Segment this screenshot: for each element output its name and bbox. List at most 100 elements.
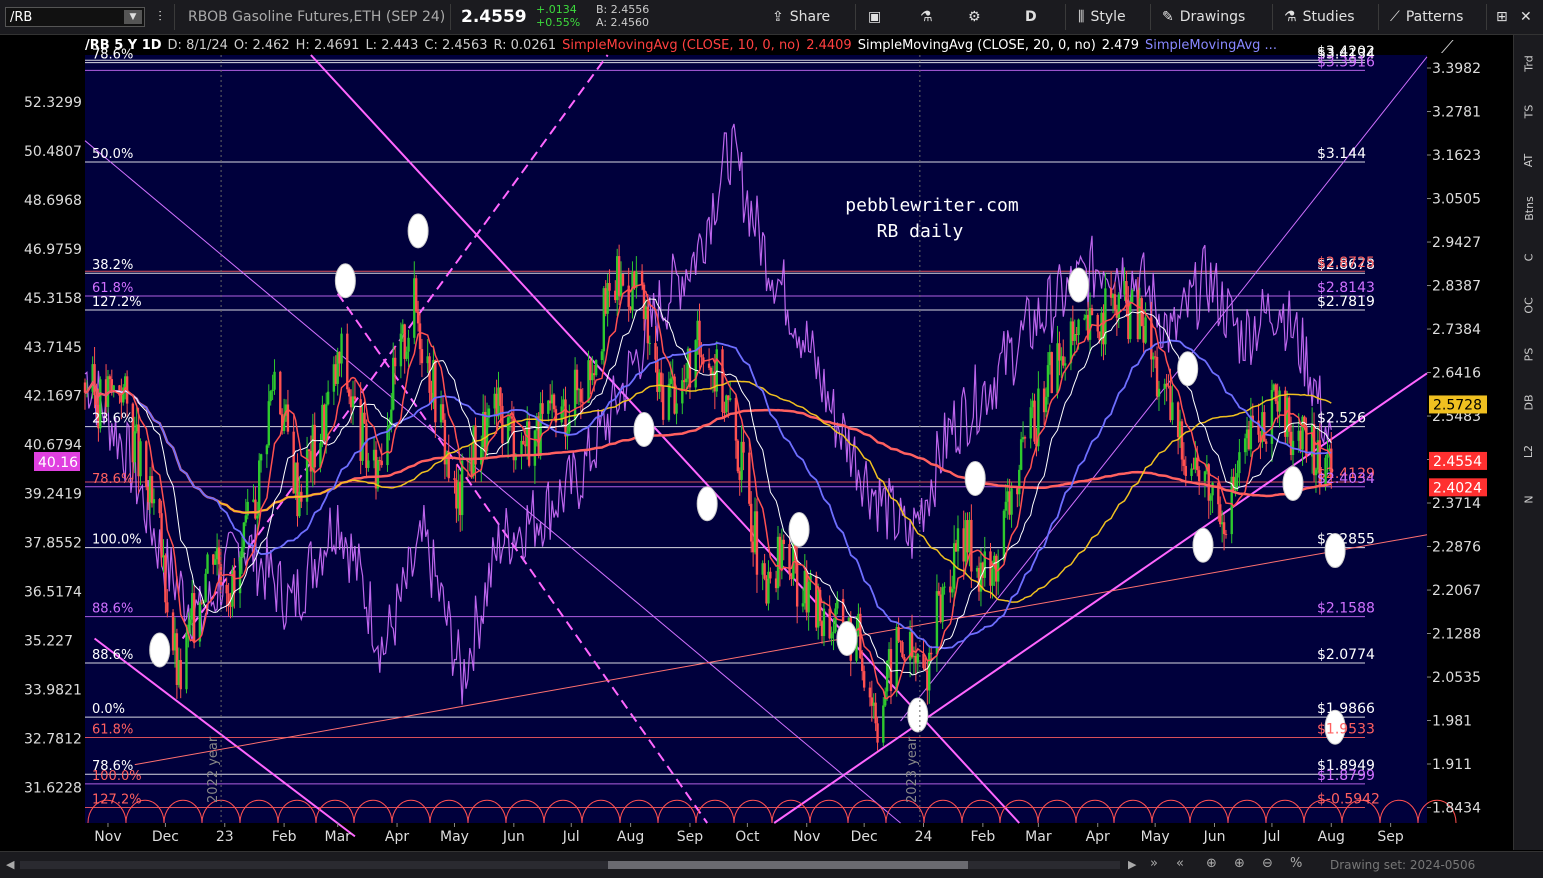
zoom-out-icon[interactable]: ⊖ xyxy=(1262,856,1273,871)
candle-body xyxy=(600,351,604,361)
panel-tab-btns[interactable]: Btns xyxy=(1514,189,1543,229)
link-icon[interactable]: ⫶ xyxy=(150,0,170,34)
candle-body xyxy=(204,573,207,602)
candle-body xyxy=(279,371,282,415)
candle-body xyxy=(1211,482,1214,496)
candle-body xyxy=(258,460,261,516)
period-selector[interactable]: D xyxy=(1025,0,1037,34)
fib-label: 61.8% xyxy=(92,723,133,738)
left-tick-label: 45.3158 xyxy=(24,291,82,307)
candle-body xyxy=(707,363,711,368)
candle-body xyxy=(347,389,351,397)
panel-tab-label: Btns xyxy=(1522,196,1536,221)
x-tick-label: Feb xyxy=(970,829,995,845)
candle-body xyxy=(1165,383,1168,386)
panel-tab-db[interactable]: DB xyxy=(1514,383,1543,423)
style-button[interactable]: ⫼ Style xyxy=(1078,0,1126,34)
panel-tab-n[interactable]: N xyxy=(1514,480,1543,520)
scrollbar-thumb[interactable] xyxy=(608,861,968,869)
page-forward-icon[interactable]: » xyxy=(1150,856,1158,871)
highlight-ellipse xyxy=(1192,527,1214,563)
x-tick-label: Jul xyxy=(562,829,580,845)
candle-body xyxy=(405,351,408,359)
candle-body xyxy=(1263,412,1266,442)
fib-label: 78.6% xyxy=(92,48,133,63)
candle-body xyxy=(139,441,142,477)
candle-body xyxy=(780,539,784,570)
level-label: $1.9533 xyxy=(1317,722,1375,738)
candle-body xyxy=(326,391,330,405)
auto-scale-icon[interactable]: ⟋ xyxy=(1441,37,1454,58)
candle-body xyxy=(830,633,833,639)
studies-button[interactable]: ⚗ Studies xyxy=(1284,0,1355,34)
drawings-button[interactable]: ✎ Drawings xyxy=(1162,0,1245,34)
x-tick-label: May xyxy=(1141,829,1170,845)
snapshot-button[interactable]: ▣ xyxy=(868,0,881,34)
plot-area xyxy=(85,55,1427,823)
scroll-right-icon[interactable]: ▶ xyxy=(1128,858,1136,871)
y-tick-label: 2.3714 xyxy=(1432,496,1481,512)
panel-tab-l2[interactable]: L2 xyxy=(1514,431,1543,471)
left-tick-label: 36.5174 xyxy=(24,585,82,601)
time-scrollbar[interactable] xyxy=(20,861,1120,869)
candle-body xyxy=(269,391,272,402)
highlight-ellipse xyxy=(1068,267,1090,303)
candle-body xyxy=(541,403,544,414)
scroll-left-icon[interactable]: ◀ xyxy=(6,858,14,871)
fib-label: 78.6% xyxy=(92,472,133,487)
percent-icon[interactable]: % xyxy=(1290,856,1302,871)
fib-label: 50.0% xyxy=(92,147,133,162)
chevron-down-icon[interactable]: ▼ xyxy=(124,10,142,24)
panel-tab-at[interactable]: AT xyxy=(1514,140,1543,180)
share-button[interactable]: ⇪ Share xyxy=(772,0,830,34)
page-back-icon[interactable]: « xyxy=(1176,856,1184,871)
candle-body xyxy=(213,559,217,565)
panel-tab-ts[interactable]: TS xyxy=(1514,92,1543,132)
panel-tab-c[interactable]: C xyxy=(1514,237,1543,277)
candle-body xyxy=(346,333,349,390)
candle-body xyxy=(1303,416,1306,428)
gear-icon: ⚙ xyxy=(968,9,981,25)
panel-tab-oc[interactable]: OC xyxy=(1514,286,1543,326)
panel-tab-trd[interactable]: Trd xyxy=(1514,43,1543,83)
y-tick-label: 3.3982 xyxy=(1432,61,1481,77)
candle-body xyxy=(353,396,357,400)
price-tag-label: 2.4024 xyxy=(1433,480,1482,496)
patterns-button[interactable]: ⟋ Patterns xyxy=(1390,0,1463,34)
y-tick-label: 2.1288 xyxy=(1432,627,1481,643)
fib-label: 127.2% xyxy=(92,295,142,310)
zoom-in-icon[interactable]: ⊕ xyxy=(1234,856,1245,871)
level-label: $2.8725 xyxy=(1317,255,1375,271)
flask-button[interactable]: ⚗ xyxy=(920,0,933,34)
y-tick-label: 2.8387 xyxy=(1432,279,1481,295)
panel-tab-label: N xyxy=(1522,495,1536,504)
candle-body xyxy=(145,441,148,487)
settings-button[interactable]: ⚙ xyxy=(968,0,981,34)
x-tick-label: Sep xyxy=(677,829,704,845)
crosshair-icon[interactable]: ⊕ xyxy=(1206,856,1217,871)
price-chart[interactable]: $3.4202$3.4134$3.3916$3.144$2.8678$2.872… xyxy=(0,35,1513,850)
x-tick-label: Jun xyxy=(1203,829,1226,845)
candle-body xyxy=(660,372,663,387)
candle-body xyxy=(970,519,973,572)
candle-body xyxy=(723,411,726,413)
bid-value: B: 2.4556 xyxy=(596,3,650,16)
candle-body xyxy=(418,323,422,350)
candle-body xyxy=(579,389,583,402)
candle-body xyxy=(640,271,644,285)
candle-body xyxy=(273,371,276,390)
candle-body xyxy=(501,405,504,444)
close-button[interactable]: ✕ xyxy=(1520,0,1532,34)
candle-body xyxy=(510,416,514,419)
candle-body xyxy=(399,333,403,367)
left-tick-label: 33.9821 xyxy=(24,682,82,698)
candle-body xyxy=(991,568,994,586)
patterns-icon: ⟋ xyxy=(1390,9,1400,25)
menu-button[interactable]: ⊞ xyxy=(1496,0,1508,34)
left-tick-label: 31.6228 xyxy=(24,780,82,796)
candle-body xyxy=(1129,302,1132,340)
panel-tab-ps[interactable]: PS xyxy=(1514,334,1543,374)
symbol-input[interactable]: /RB ▼ xyxy=(5,7,145,27)
highlight-ellipse xyxy=(788,512,810,548)
candle-body xyxy=(83,382,87,393)
